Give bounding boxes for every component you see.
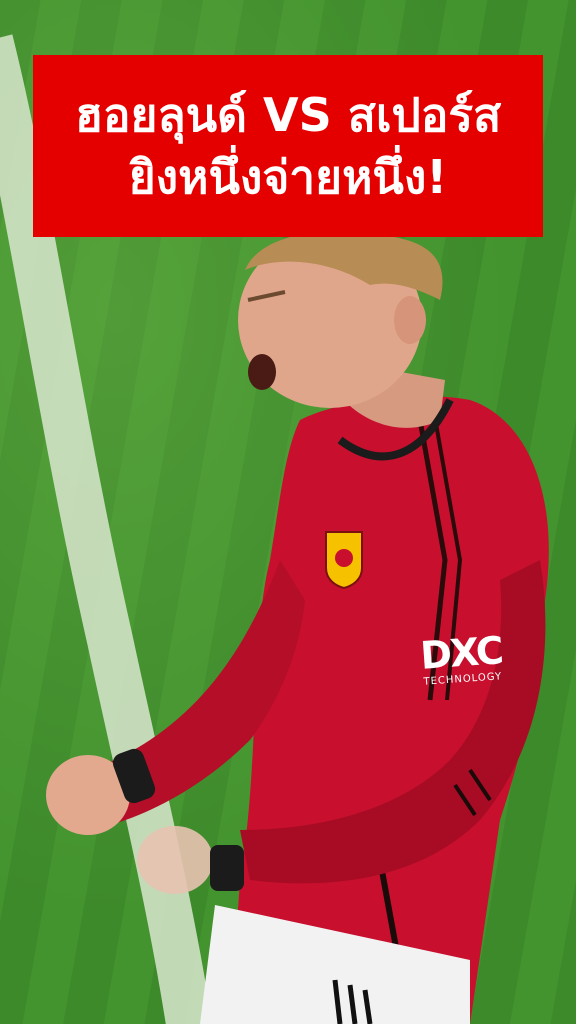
headline-line-1: ฮอยลุนด์ VS สเปอร์ส — [74, 88, 502, 142]
club-crest-icon — [325, 531, 363, 590]
sponsor-logo-text: DXC — [418, 628, 504, 678]
headline-banner: ฮอยลุนด์ VS สเปอร์ส ยิงหนึ่งจ่ายหนึ่ง! — [33, 55, 543, 237]
sponsor-logo: DXC TECHNOLOGY — [410, 628, 515, 706]
headline-line-2: ยิงหนึ่งจ่ายหนึ่ง! — [128, 150, 448, 204]
